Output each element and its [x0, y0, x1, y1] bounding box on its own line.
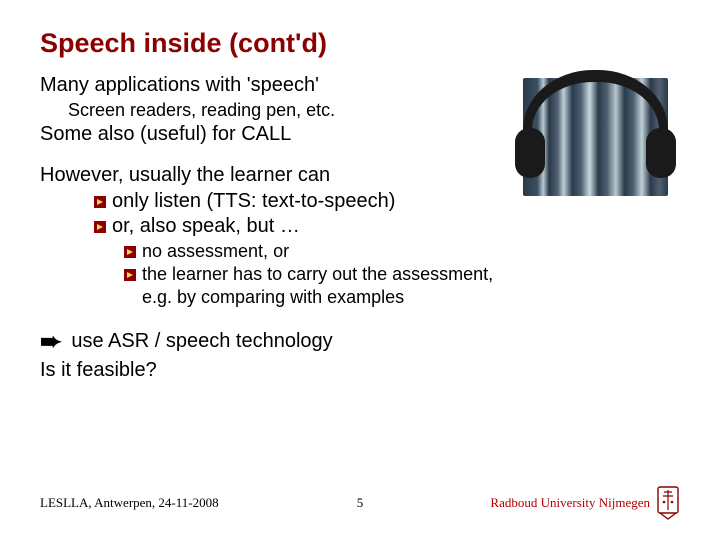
bullet-text: no assessment, or [142, 240, 289, 263]
headphone-ear-right [646, 128, 676, 178]
arrow-icon [124, 246, 136, 258]
footer-right: Radboud University Nijmegen [490, 486, 680, 520]
conclusion-text: use ASR / speech technology [66, 330, 333, 352]
bullet-level1: or, also speak, but … [94, 214, 680, 240]
slide-footer: LESLLA, Antwerpen, 24-11-2008 5 Radboud … [0, 486, 720, 520]
bullet-continuation: e.g. by comparing with examples [142, 286, 680, 309]
bullet-text: the learner has to carry out the assessm… [142, 263, 493, 286]
bullet-level2: no assessment, or [124, 240, 680, 263]
university-logo-icon [656, 486, 680, 520]
arrow-icon [94, 221, 106, 233]
arrow-icon [124, 269, 136, 281]
footer-left: LESLLA, Antwerpen, 24-11-2008 [40, 495, 219, 511]
body-line: Is it feasible? [40, 358, 680, 384]
arrow-icon [94, 196, 106, 208]
headphone-band [523, 70, 668, 140]
conclusion-line: ➨ use ASR / speech technology [40, 325, 680, 358]
slide-title: Speech inside (cont'd) [40, 28, 680, 59]
bullet-level2: the learner has to carry out the assessm… [124, 263, 680, 286]
headphone-ear-left [515, 128, 545, 178]
bullet-text: only listen (TTS: text-to-speech) [112, 189, 395, 215]
footer-affiliation: Radboud University Nijmegen [490, 495, 650, 511]
headphones-books-image [523, 78, 668, 196]
footer-page-number: 5 [357, 495, 364, 511]
bullet-text: or, also speak, but … [112, 214, 300, 240]
big-arrow-icon: ➨ [40, 325, 62, 358]
